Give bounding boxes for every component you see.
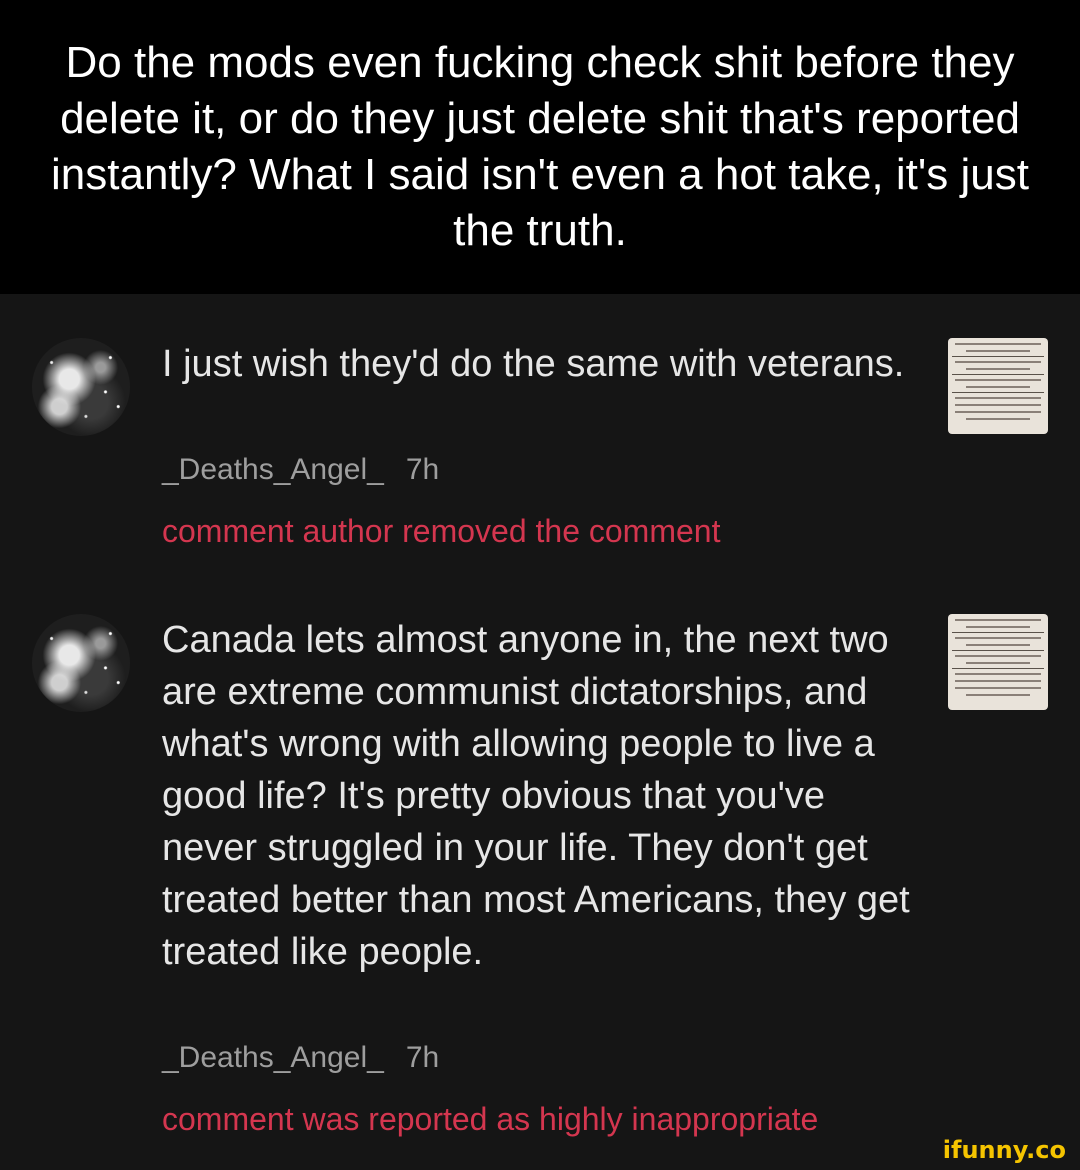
comment-meta: _Deaths_Angel_ 7h: [162, 1040, 439, 1076]
comment-time: 7h: [405, 453, 440, 486]
comment-text: I just wish they'd do the same with vete…: [162, 343, 905, 385]
comment-status: comment was reported as highly inappropr…: [162, 1101, 819, 1137]
comment-meta: _Deaths_Angel_ 7h: [162, 452, 439, 488]
comment-author[interactable]: _Deaths_Angel_: [162, 1041, 384, 1074]
comment-status: comment author removed the comment: [162, 513, 721, 549]
comment-time: 7h: [405, 1041, 440, 1074]
comment-text: Canada lets almost anyone in, the next t…: [162, 619, 910, 973]
meme-thumbnail-image[interactable]: [948, 338, 1048, 434]
post-header: Do the mods even fucking check shit befo…: [0, 0, 1080, 294]
ifunny-watermark: ifunny.co: [942, 1136, 1066, 1164]
comment-author[interactable]: _Deaths_Angel_: [162, 453, 384, 486]
avatar[interactable]: [32, 614, 130, 712]
meme-thumbnail-image[interactable]: [948, 614, 1048, 710]
post-title: Do the mods even fucking check shit befo…: [51, 38, 1029, 255]
avatar[interactable]: [32, 338, 130, 436]
